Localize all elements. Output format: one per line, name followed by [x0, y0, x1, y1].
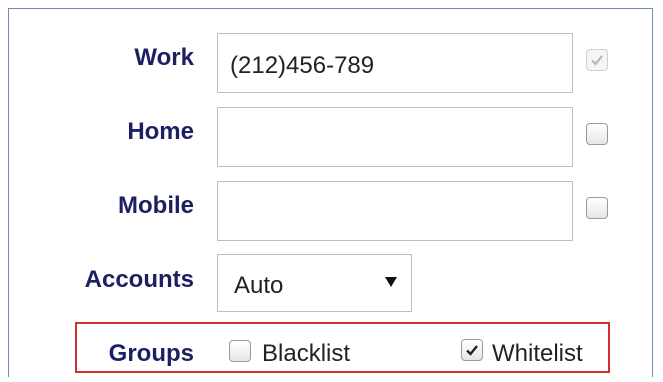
- home-phone-input[interactable]: [217, 107, 573, 167]
- work-phone-input[interactable]: (212)456-789: [217, 33, 573, 93]
- accounts-select[interactable]: Auto: [217, 254, 412, 312]
- blacklist-checkbox[interactable]: [229, 340, 251, 362]
- work-label: Work: [134, 44, 194, 71]
- check-icon: [591, 55, 603, 66]
- mobile-checkbox[interactable]: [586, 197, 608, 219]
- whitelist-checkbox[interactable]: [461, 339, 483, 361]
- blacklist-label: Blacklist: [262, 340, 351, 367]
- home-checkbox[interactable]: [586, 123, 608, 145]
- dropdown-caret-icon: [385, 277, 397, 287]
- home-label: Home: [127, 118, 194, 145]
- whitelist-label: Whitelist: [492, 340, 583, 367]
- work-checkbox[interactable]: [586, 49, 608, 71]
- accounts-selected-value: Auto: [234, 272, 284, 299]
- mobile-phone-input[interactable]: [217, 181, 573, 241]
- mobile-label: Mobile: [118, 192, 194, 219]
- groups-label: Groups: [108, 340, 194, 367]
- accounts-label: Accounts: [84, 266, 194, 293]
- check-icon: [466, 345, 478, 356]
